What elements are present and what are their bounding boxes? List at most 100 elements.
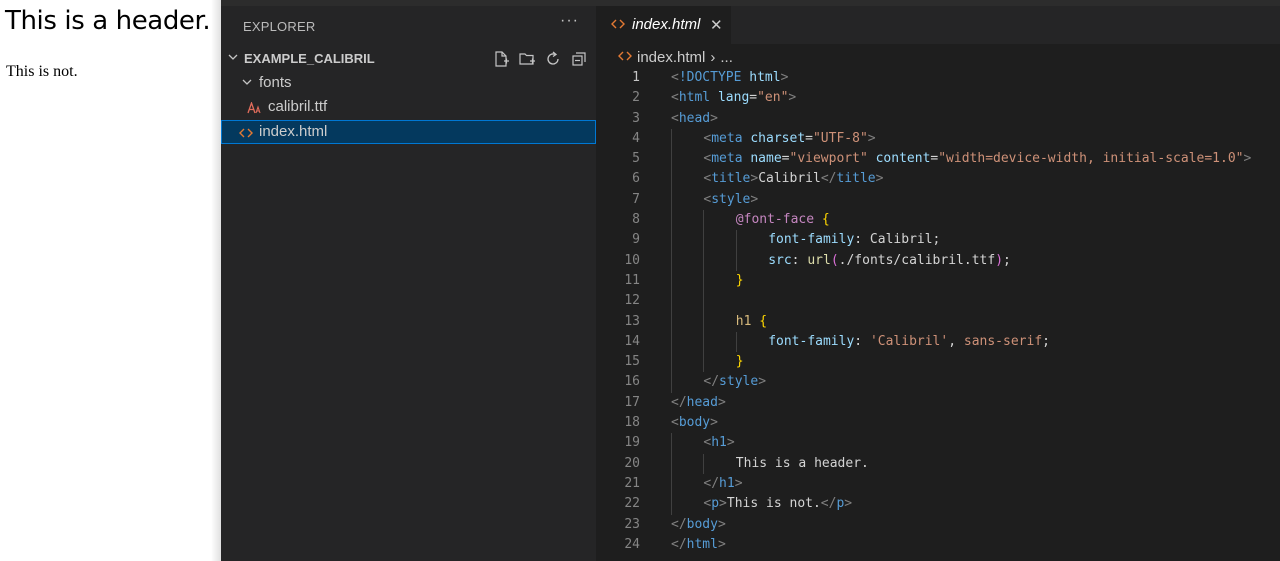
code-line[interactable]: 5 <meta name="viewport" content="width=de… — [596, 149, 1280, 170]
indent-guide — [671, 270, 672, 292]
code-line[interactable]: 1 <!DOCTYPE html> — [596, 68, 1280, 88]
code-token: , — [948, 333, 964, 349]
code-line[interactable]: 10 src: url(./fonts/calibril.ttf); — [596, 250, 1280, 271]
line-number: 22 — [624, 496, 640, 512]
code-token: head — [686, 394, 718, 410]
code-line[interactable]: 4 <meta charset="UTF-8"> — [596, 128, 1280, 150]
code-token: body — [686, 516, 718, 532]
indent-guide — [671, 128, 672, 150]
code-token: </ — [671, 394, 687, 410]
code-token: < — [671, 110, 679, 126]
code-token: </ — [820, 496, 837, 512]
chevron-down-icon[interactable] — [241, 76, 253, 91]
code-line[interactable]: 15} — [596, 352, 1280, 373]
indent-guide — [703, 352, 705, 373]
code-line[interactable]: 21 </h1> — [596, 473, 1280, 495]
code-token: { — [821, 212, 830, 228]
code-token: > — [867, 130, 876, 146]
code-token: font-family — [768, 232, 855, 248]
code-token: </ — [820, 171, 837, 187]
code-token: = — [749, 90, 758, 106]
code-line[interactable]: 13 h1 { — [596, 311, 1280, 332]
code-token: name — [750, 151, 782, 167]
indent-guide — [671, 331, 672, 353]
line-number: 6 — [632, 171, 640, 187]
code-line[interactable]: 24 </html> — [596, 535, 1280, 555]
html-file-icon — [618, 49, 632, 66]
tree-item-fonts[interactable]: fonts — [221, 71, 596, 95]
tree-item-index-html[interactable]: index.html — [221, 120, 596, 144]
more-actions-icon[interactable]: ··· — [560, 12, 579, 30]
line-number: 1 — [632, 70, 640, 85]
collapse-all-icon[interactable] — [569, 49, 589, 69]
new-folder-icon[interactable] — [517, 49, 537, 69]
code-token: head — [678, 110, 711, 126]
code-text: <meta name="viewport" content="width=dev… — [703, 149, 1251, 169]
indent-guide — [703, 453, 705, 474]
line-number: 10 — [624, 252, 640, 268]
line-number: 5 — [632, 151, 640, 167]
close-icon[interactable]: ✕ — [710, 16, 723, 34]
code-token: h1 — [719, 475, 735, 491]
code-line[interactable]: 3 <head> — [596, 109, 1280, 129]
tree-item-calibril-ttf[interactable]: calibril.ttf — [221, 95, 596, 119]
code-line[interactable]: 16 </style> — [596, 372, 1280, 393]
code-line[interactable]: 20 This is a header. — [596, 453, 1280, 474]
code-line[interactable]: 23 </body> — [596, 515, 1280, 535]
tab-index-html[interactable]: index.html ✕ — [596, 6, 731, 44]
code-token: > — [844, 496, 853, 512]
line-number: 12 — [624, 293, 640, 309]
code-token: ( — [830, 252, 839, 268]
preview-header: This is a header. — [5, 6, 211, 36]
code-line[interactable]: 11} — [596, 270, 1280, 292]
code-token: "UTF-8" — [812, 130, 868, 146]
indent-guide — [703, 270, 705, 292]
line-number: 15 — [624, 354, 640, 370]
breadcrumb-symbols[interactable]: ... — [720, 49, 733, 66]
line-number: 3 — [632, 110, 640, 126]
new-file-icon[interactable] — [491, 49, 511, 69]
code-line[interactable]: 2 <html lang="en"> — [596, 88, 1280, 108]
indent-guide — [703, 291, 705, 312]
code-line[interactable]: 14 font-family: 'Calibril', sans-serif; — [596, 331, 1280, 353]
tab-label: index.html — [632, 16, 701, 33]
code-text: This is a header. — [736, 454, 869, 474]
code-editor[interactable]: 1 <!DOCTYPE html> 2 <html lang="en"> 3 <head>… — [596, 68, 1280, 555]
html-file-icon — [611, 17, 625, 35]
code-text: <body> — [671, 413, 718, 433]
code-line[interactable]: 6 <title>Calibril</title> — [596, 169, 1280, 190]
code-line[interactable]: 9 font-family: Calibril; — [596, 230, 1280, 251]
chevron-down-icon[interactable] — [227, 51, 239, 66]
code-token: < — [671, 90, 679, 106]
code-token: > — [1243, 151, 1252, 167]
code-line[interactable]: 8 @font-face { — [596, 210, 1280, 231]
code-token: </ — [703, 475, 720, 491]
workspace-folder-row[interactable]: EXAMPLE_CALIBRIL — [221, 48, 596, 70]
code-token: body — [678, 415, 711, 431]
code-token: < — [671, 415, 679, 431]
tree-item-label: calibril.ttf — [268, 98, 328, 115]
code-text: <h1> — [703, 433, 734, 453]
code-line[interactable]: 17 </head> — [596, 393, 1280, 413]
code-token: : Calibril; — [854, 232, 941, 248]
indent-guide — [735, 331, 737, 353]
code-token: html — [749, 70, 781, 85]
code-token: lang — [717, 90, 750, 106]
indent-guide — [703, 250, 705, 271]
refresh-icon[interactable] — [543, 49, 563, 69]
code-line[interactable]: 7 <style> — [596, 189, 1280, 211]
code-token: { — [759, 313, 768, 329]
code-text: </html> — [671, 535, 726, 555]
code-token: ) — [995, 252, 1004, 268]
code-token: } — [735, 272, 744, 288]
code-token: Calibril — [758, 171, 821, 187]
breadcrumb-file[interactable]: index.html — [637, 49, 705, 66]
code-line[interactable]: 19 <h1> — [596, 433, 1280, 454]
code-token: > — [717, 394, 726, 410]
code-text: font-family: Calibril; — [768, 230, 940, 250]
code-line[interactable]: 12 — [596, 291, 1280, 312]
code-line[interactable]: 22 <p>This is not.</p> — [596, 494, 1280, 515]
code-line[interactable]: 18 <body> — [596, 413, 1280, 433]
